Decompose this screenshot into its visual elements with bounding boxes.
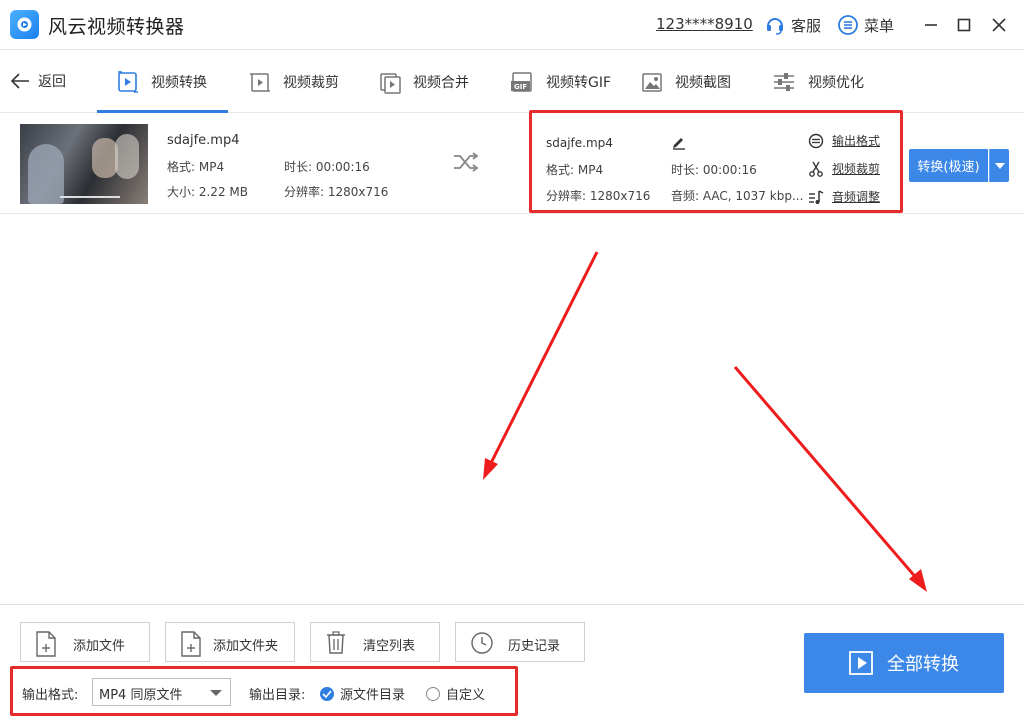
- source-format: 格式: MP4: [167, 160, 225, 174]
- output-audio: 音频: AAC, 1037 kbp...: [671, 189, 804, 203]
- output-settings-panel: 输出格式: MP4 同原文件 输出目录: 源文件目录 自定义: [10, 666, 518, 716]
- video-crop-link[interactable]: 视频裁剪: [808, 160, 880, 177]
- source-size: 大小: 2.22 MB: [167, 185, 248, 199]
- format-icon: [808, 133, 824, 148]
- headset-icon: [767, 18, 783, 35]
- tab-video-merge[interactable]: 视频合并: [379, 67, 469, 97]
- tab-video-optimize[interactable]: 视频优化: [772, 67, 864, 97]
- tab-label: 视频优化: [808, 75, 864, 91]
- add-file-button[interactable]: 添加文件: [20, 622, 150, 662]
- source-file-name: sdajfe.mp4: [167, 133, 240, 148]
- chevron-down-icon: [210, 690, 222, 696]
- app-logo-icon: [10, 10, 39, 39]
- edit-name-button[interactable]: [671, 134, 687, 154]
- tab-video-gif[interactable]: GIF 视频转GIF: [510, 67, 611, 97]
- bottom-toolbar: 添加文件 添加文件夹 清空列表 历史记录 输出格式: MP4 同原文件 输出目录…: [0, 604, 1024, 720]
- tab-video-screenshot[interactable]: 视频截图: [641, 67, 731, 97]
- app-title: 风云视频转换器: [48, 16, 185, 38]
- close-icon: [992, 18, 1006, 32]
- tab-label: 视频裁剪: [283, 75, 339, 91]
- arrow-left-icon: [10, 73, 29, 89]
- user-account-link[interactable]: 123****8910: [656, 15, 753, 33]
- output-resolution: 分辨率: 1280x716: [546, 189, 651, 203]
- trash-icon: [327, 631, 345, 654]
- convert-options-dropdown[interactable]: [989, 149, 1009, 182]
- dir-custom-radio[interactable]: 自定义: [426, 684, 485, 703]
- maximize-button[interactable]: [953, 14, 975, 36]
- tab-video-convert[interactable]: 视频转换: [117, 67, 207, 97]
- tab-label: 视频转GIF: [546, 75, 612, 91]
- output-info-panel: sdajfe.mp4 格式: MP4 时长: 00:00:16 分辨率: 128…: [529, 110, 903, 213]
- menu-label: 菜单: [864, 16, 895, 35]
- tab-video-crop[interactable]: 视频裁剪: [249, 67, 339, 97]
- back-button[interactable]: 返回: [10, 71, 66, 91]
- source-resolution: 分辨率: 1280x716: [284, 185, 389, 199]
- play-icon: [849, 651, 873, 675]
- video-crop-icon: [250, 73, 270, 92]
- close-button[interactable]: [988, 14, 1010, 36]
- tab-label: 视频截图: [675, 75, 731, 91]
- dir-source-radio[interactable]: 源文件目录: [320, 684, 405, 703]
- video-convert-icon: [118, 71, 138, 93]
- pencil-icon: [673, 138, 685, 150]
- customer-service-button[interactable]: 客服: [764, 14, 821, 36]
- convert-arrow-icon: [452, 152, 480, 176]
- minimize-icon: [925, 24, 937, 26]
- menu-list-icon: [838, 15, 858, 35]
- menu-button[interactable]: 菜单: [837, 14, 894, 36]
- video-merge-icon: [380, 73, 401, 94]
- audio-adjust-link[interactable]: 音频调整: [808, 188, 880, 205]
- clear-list-button[interactable]: 清空列表: [310, 622, 440, 662]
- history-button[interactable]: 历史记录: [455, 622, 585, 662]
- caret-down-icon: [994, 162, 1005, 169]
- tab-label: 视频转换: [151, 75, 207, 91]
- add-file-icon: [36, 631, 56, 657]
- customer-service-label: 客服: [791, 16, 822, 35]
- nav-bar: 返回 视频转换 视频裁剪 视频合并 GIF 视频转GIF 视频截图 视频优化: [0, 51, 1024, 113]
- output-format-label: 输出格式:: [22, 688, 79, 703]
- output-file-name: sdajfe.mp4: [546, 136, 613, 150]
- optimize-icon: [774, 73, 794, 91]
- maximize-icon: [957, 18, 971, 32]
- add-folder-icon: [181, 631, 201, 657]
- music-icon: [809, 189, 824, 204]
- convert-all-button[interactable]: 全部转换: [804, 633, 1004, 693]
- output-format-select[interactable]: MP4 同原文件: [92, 678, 231, 706]
- screenshot-icon: [642, 73, 662, 92]
- title-bar: 风云视频转换器 123****8910 客服 菜单: [0, 0, 1024, 50]
- back-label: 返回: [38, 74, 66, 90]
- output-dir-label: 输出目录:: [249, 688, 306, 703]
- output-format-link[interactable]: 输出格式: [808, 132, 880, 149]
- output-format: 格式: MP4: [546, 163, 604, 177]
- scissors-icon: [809, 161, 823, 177]
- minimize-button[interactable]: [920, 14, 942, 36]
- radio-unchecked-icon: [426, 686, 440, 701]
- video-thumbnail[interactable]: [20, 124, 148, 204]
- tab-label: 视频合并: [413, 75, 469, 91]
- gif-icon: GIF: [511, 72, 532, 92]
- add-folder-button[interactable]: 添加文件夹: [165, 622, 295, 662]
- radio-checked-icon: [320, 686, 334, 701]
- active-tab-indicator: [97, 110, 228, 113]
- source-duration: 时长: 00:00:16: [284, 160, 370, 174]
- convert-fast-button[interactable]: 转换(极速): [909, 149, 988, 182]
- svg-text:GIF: GIF: [514, 83, 527, 91]
- output-duration: 时长: 00:00:16: [671, 163, 757, 177]
- clock-icon: [471, 632, 493, 654]
